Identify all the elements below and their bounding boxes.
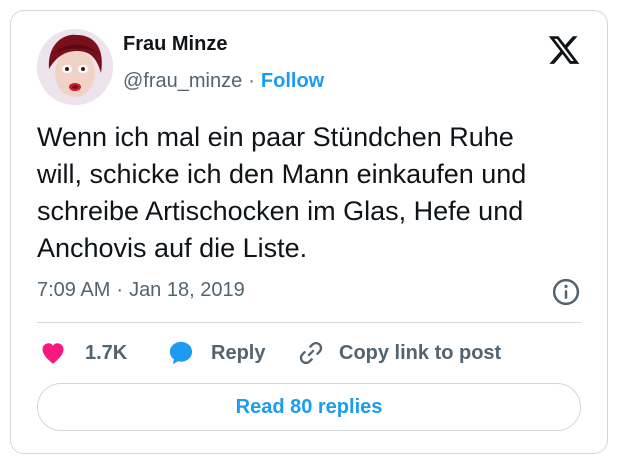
divider <box>37 322 581 323</box>
author-name[interactable]: Frau Minze <box>123 33 227 56</box>
tweet-time: 7:09 AM <box>37 279 111 301</box>
link-icon <box>299 341 323 365</box>
tweet-text-line: Anchovis auf die Liste. <box>37 233 308 263</box>
separator-dot: · <box>116 279 124 301</box>
copy-link-button[interactable]: Copy link to post <box>297 337 501 369</box>
x-logo-icon[interactable] <box>547 33 581 67</box>
like-button[interactable]: 1.7K <box>39 337 127 369</box>
follow-button[interactable]: Follow <box>261 70 324 92</box>
info-icon[interactable] <box>551 277 581 307</box>
tweet-text-line: will, schicke ich den Mann einkaufen und <box>37 159 527 189</box>
tweet-text-line: Wenn ich mal ein paar Stündchen Ruhe <box>37 122 514 152</box>
author-handle[interactable]: @frau_minze <box>123 70 242 92</box>
avatar[interactable] <box>37 29 113 105</box>
tweet-text-line: schreibe Artischocken im Glas, Hefe und <box>37 196 524 226</box>
like-count: 1.7K <box>85 341 128 364</box>
read-replies-button[interactable]: Read 80 replies <box>37 383 581 431</box>
reply-button[interactable]: Reply <box>167 337 265 369</box>
separator-dot: · <box>248 70 255 92</box>
heart-icon <box>42 343 64 364</box>
copy-link-label: Copy link to post <box>339 341 502 364</box>
tweet-text: Wenn ich mal ein paar Stündchen Ruhe wil… <box>37 119 597 267</box>
author-handle-row: @frau_minze · Follow <box>123 70 324 93</box>
tweet-date: Jan 18, 2019 <box>129 279 245 301</box>
timestamp[interactable]: 7:09 AM · Jan 18, 2019 <box>37 279 245 302</box>
read-replies-label: Read 80 replies <box>235 395 383 418</box>
reply-label: Reply <box>211 341 266 364</box>
tweet-card: Frau Minze @frau_minze · Follow Wenn ich m… <box>10 10 608 454</box>
avatar-image <box>37 29 113 105</box>
speech-bubble-icon <box>169 341 193 365</box>
